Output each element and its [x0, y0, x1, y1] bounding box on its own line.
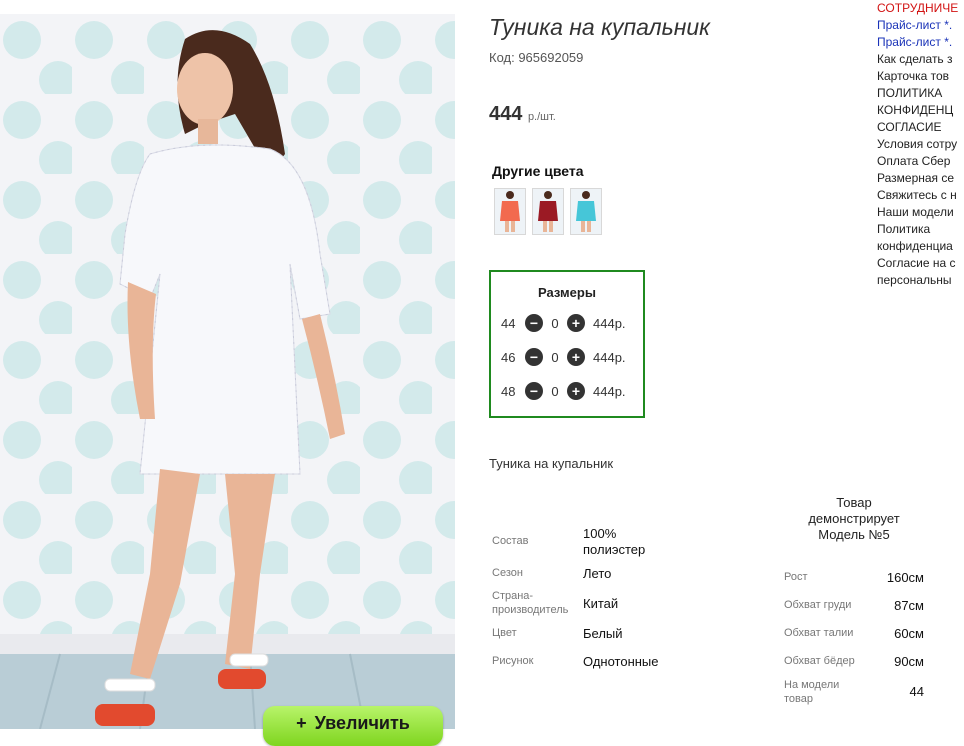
- spec-value: Лето: [583, 566, 612, 581]
- nav-link[interactable]: Политика: [877, 221, 964, 238]
- size-row: 44 − 0 + 444р.: [501, 313, 626, 333]
- spec-value: 100% полиэстер: [583, 526, 646, 557]
- size-number: 44: [501, 315, 516, 331]
- model-label: На модели товар: [784, 679, 840, 705]
- zoom-button[interactable]: + Увеличить: [263, 706, 443, 746]
- size-qty[interactable]: 0: [543, 384, 567, 399]
- plus-icon[interactable]: +: [567, 314, 585, 332]
- size-qty[interactable]: 0: [543, 316, 567, 331]
- spec-value: Однотонные: [583, 654, 659, 669]
- plus-icon[interactable]: +: [567, 382, 585, 400]
- product-photo[interactable]: [0, 14, 455, 729]
- minus-icon[interactable]: −: [525, 314, 543, 332]
- plus-icon: +: [296, 713, 307, 733]
- nav-link[interactable]: КОНФИДЕНЦ: [877, 102, 964, 119]
- plus-icon[interactable]: +: [567, 348, 585, 366]
- nav-link[interactable]: Размерная се: [877, 170, 964, 187]
- size-price: 444р.: [593, 315, 626, 331]
- nav-link[interactable]: Условия сотру: [877, 136, 964, 153]
- nav-link[interactable]: Как сделать з: [877, 51, 964, 68]
- product-description: Туника на купальник: [489, 456, 614, 471]
- color-swatch-burgundy[interactable]: [532, 188, 564, 235]
- model-value: 60см: [894, 626, 924, 641]
- model-heading: Товар демонстрирует Модель №5: [808, 495, 900, 542]
- spec-label: Рисунок: [492, 655, 534, 667]
- spec-label: Сезон: [492, 567, 523, 579]
- nav-link[interactable]: Наши модели: [877, 204, 964, 221]
- model-label: Обхват груди: [784, 599, 852, 611]
- price-unit: р./шт.: [527, 111, 556, 123]
- nav-link[interactable]: Свяжитесь с н: [877, 187, 964, 204]
- side-nav: СОТРУДНИЧЕ Прайс-лист *. Прайс-лист *. К…: [877, 0, 964, 289]
- nav-link[interactable]: Карточка тов: [877, 68, 964, 85]
- model-value: 44: [909, 684, 924, 699]
- size-number: 48: [501, 383, 516, 399]
- sizes-title: Размеры: [538, 285, 596, 300]
- model-value: 160см: [886, 570, 924, 585]
- spec-label: Состав: [492, 535, 529, 547]
- model-label: Обхват бёдер: [784, 655, 855, 667]
- sizes-box: Размеры 44 − 0 + 444р. 46 − 0 + 444р. 48…: [489, 270, 645, 418]
- model-value: 90см: [894, 654, 924, 669]
- nav-link[interactable]: Оплата Сбер: [877, 153, 964, 170]
- size-qty[interactable]: 0: [543, 350, 567, 365]
- color-swatch-coral[interactable]: [494, 188, 526, 235]
- nav-link[interactable]: ПОЛИТИКА: [877, 85, 964, 102]
- size-price: 444р.: [593, 383, 626, 399]
- nav-link[interactable]: конфиденциа: [877, 238, 964, 255]
- nav-link[interactable]: Прайс-лист *.: [877, 34, 964, 51]
- other-colors-title: Другие цвета: [492, 163, 584, 179]
- minus-icon[interactable]: −: [525, 382, 543, 400]
- size-row: 48 − 0 + 444р.: [501, 381, 626, 401]
- model-value: 87см: [894, 598, 924, 613]
- model-label: Обхват талии: [784, 627, 854, 639]
- nav-link[interactable]: Прайс-лист *.: [877, 17, 964, 34]
- spec-value: Китай: [583, 596, 619, 611]
- size-number: 46: [501, 349, 516, 365]
- color-swatch-turquoise[interactable]: [570, 188, 602, 235]
- size-price: 444р.: [593, 349, 626, 365]
- price-value: 444: [489, 103, 523, 125]
- nav-link[interactable]: СОГЛАСИЕ: [877, 119, 964, 136]
- nav-link[interactable]: персональны: [877, 272, 964, 289]
- zoom-label: Увеличить: [314, 713, 410, 733]
- size-row: 46 − 0 + 444р.: [501, 347, 626, 367]
- spec-label: Страна-производитель: [492, 590, 569, 616]
- product-title: Туника на купальник: [489, 14, 711, 40]
- color-swatches: [494, 188, 602, 235]
- spec-label: Цвет: [492, 627, 517, 639]
- spec-value: Белый: [583, 626, 623, 641]
- product-code: Код: 965692059: [489, 50, 584, 65]
- nav-link[interactable]: СОТРУДНИЧЕ: [877, 0, 964, 17]
- model-label: Рост: [784, 571, 808, 583]
- product-price: 444 р./шт.: [489, 103, 556, 126]
- minus-icon[interactable]: −: [525, 348, 543, 366]
- nav-link[interactable]: Согласие на с: [877, 255, 964, 272]
